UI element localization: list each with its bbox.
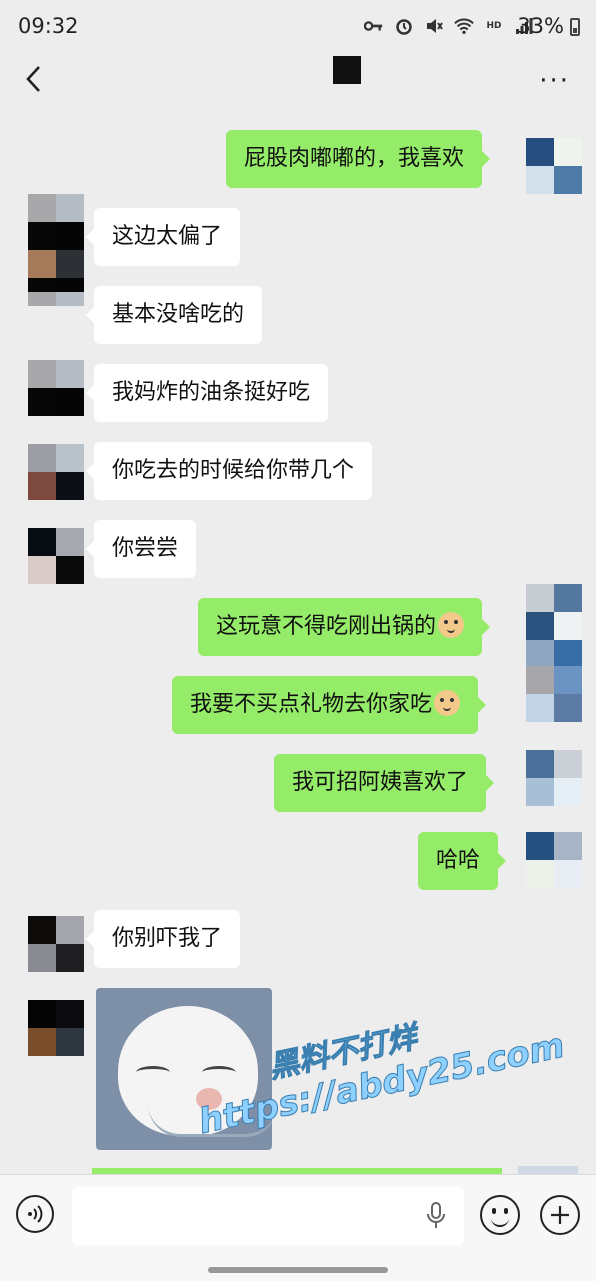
- alarm-icon: [394, 16, 414, 36]
- home-indicator: [208, 1267, 388, 1273]
- plus-icon: [551, 1206, 569, 1224]
- more-button[interactable]: ···: [539, 66, 570, 96]
- chevron-left-icon: [26, 66, 40, 92]
- message-bubble-incoming[interactable]: 你尝尝: [85, 520, 197, 578]
- back-button[interactable]: [20, 62, 50, 96]
- avatar-contact[interactable]: [28, 1000, 84, 1056]
- message-bubble-incoming[interactable]: 基本没啥吃的: [85, 286, 263, 344]
- battery-percent: 33%: [517, 14, 564, 38]
- chat-header: ···: [0, 56, 596, 106]
- sticker-eye: [136, 1066, 170, 1079]
- mic-icon[interactable]: [426, 1201, 446, 1231]
- plus-button[interactable]: [540, 1195, 580, 1235]
- message-text: 我要不买点礼物去你家吃: [190, 692, 433, 717]
- status-bar: 09:32 HD 33%: [0, 0, 596, 56]
- message-bubble-outgoing[interactable]: 我可招阿姨喜欢了: [274, 754, 495, 812]
- avatar-self[interactable]: [526, 666, 582, 722]
- avatar-contact[interactable]: [28, 444, 84, 500]
- message-bubble-outgoing[interactable]: 这玩意不得吃刚出锅的: [198, 598, 491, 656]
- message-bubble-outgoing[interactable]: 屁股肉嘟嘟的，我喜欢: [226, 130, 491, 188]
- avatar-self[interactable]: [526, 138, 582, 194]
- message-bubble-incoming[interactable]: 你别吓我了: [85, 910, 241, 968]
- avatar-contact[interactable]: [28, 916, 84, 972]
- input-bar: [0, 1174, 596, 1281]
- message-bubble-incoming[interactable]: 我妈炸的油条挺好吃: [85, 364, 329, 422]
- wifi-icon: [454, 16, 474, 36]
- avatar-contact[interactable]: [28, 528, 84, 584]
- battery-icon: [570, 18, 580, 36]
- chat-title-redacted: [333, 56, 361, 84]
- avatar-self[interactable]: [526, 832, 582, 888]
- voice-icon: [28, 1205, 43, 1223]
- avatar-contact: [28, 278, 84, 306]
- doge-icon: [438, 612, 465, 638]
- avatar-self[interactable]: [526, 584, 582, 640]
- status-time: 09:32: [18, 14, 79, 38]
- message-input[interactable]: [72, 1187, 464, 1245]
- avatar-self-partial: [518, 1166, 578, 1174]
- status-icons: HD: [364, 16, 534, 36]
- voice-button[interactable]: [16, 1195, 54, 1233]
- message-bubble-outgoing[interactable]: 哈哈: [418, 832, 507, 890]
- avatar-self[interactable]: [526, 750, 582, 806]
- message-bubble-outgoing[interactable]: 我要不买点礼物去你家吃: [172, 676, 487, 734]
- message-bubble-incoming[interactable]: 这边太偏了: [85, 208, 241, 266]
- hd-icon: HD: [486, 21, 502, 31]
- emoji-button[interactable]: [480, 1195, 520, 1235]
- message-bubble-incoming[interactable]: 你吃去的时候给你带几个: [85, 442, 373, 500]
- doge-icon: [434, 690, 461, 716]
- message-text: 这玩意不得吃刚出锅的: [216, 614, 437, 639]
- avatar-contact[interactable]: [28, 360, 84, 416]
- key-icon: [364, 16, 384, 36]
- avatar-contact[interactable]: [28, 194, 84, 250]
- mute-icon: [424, 16, 444, 36]
